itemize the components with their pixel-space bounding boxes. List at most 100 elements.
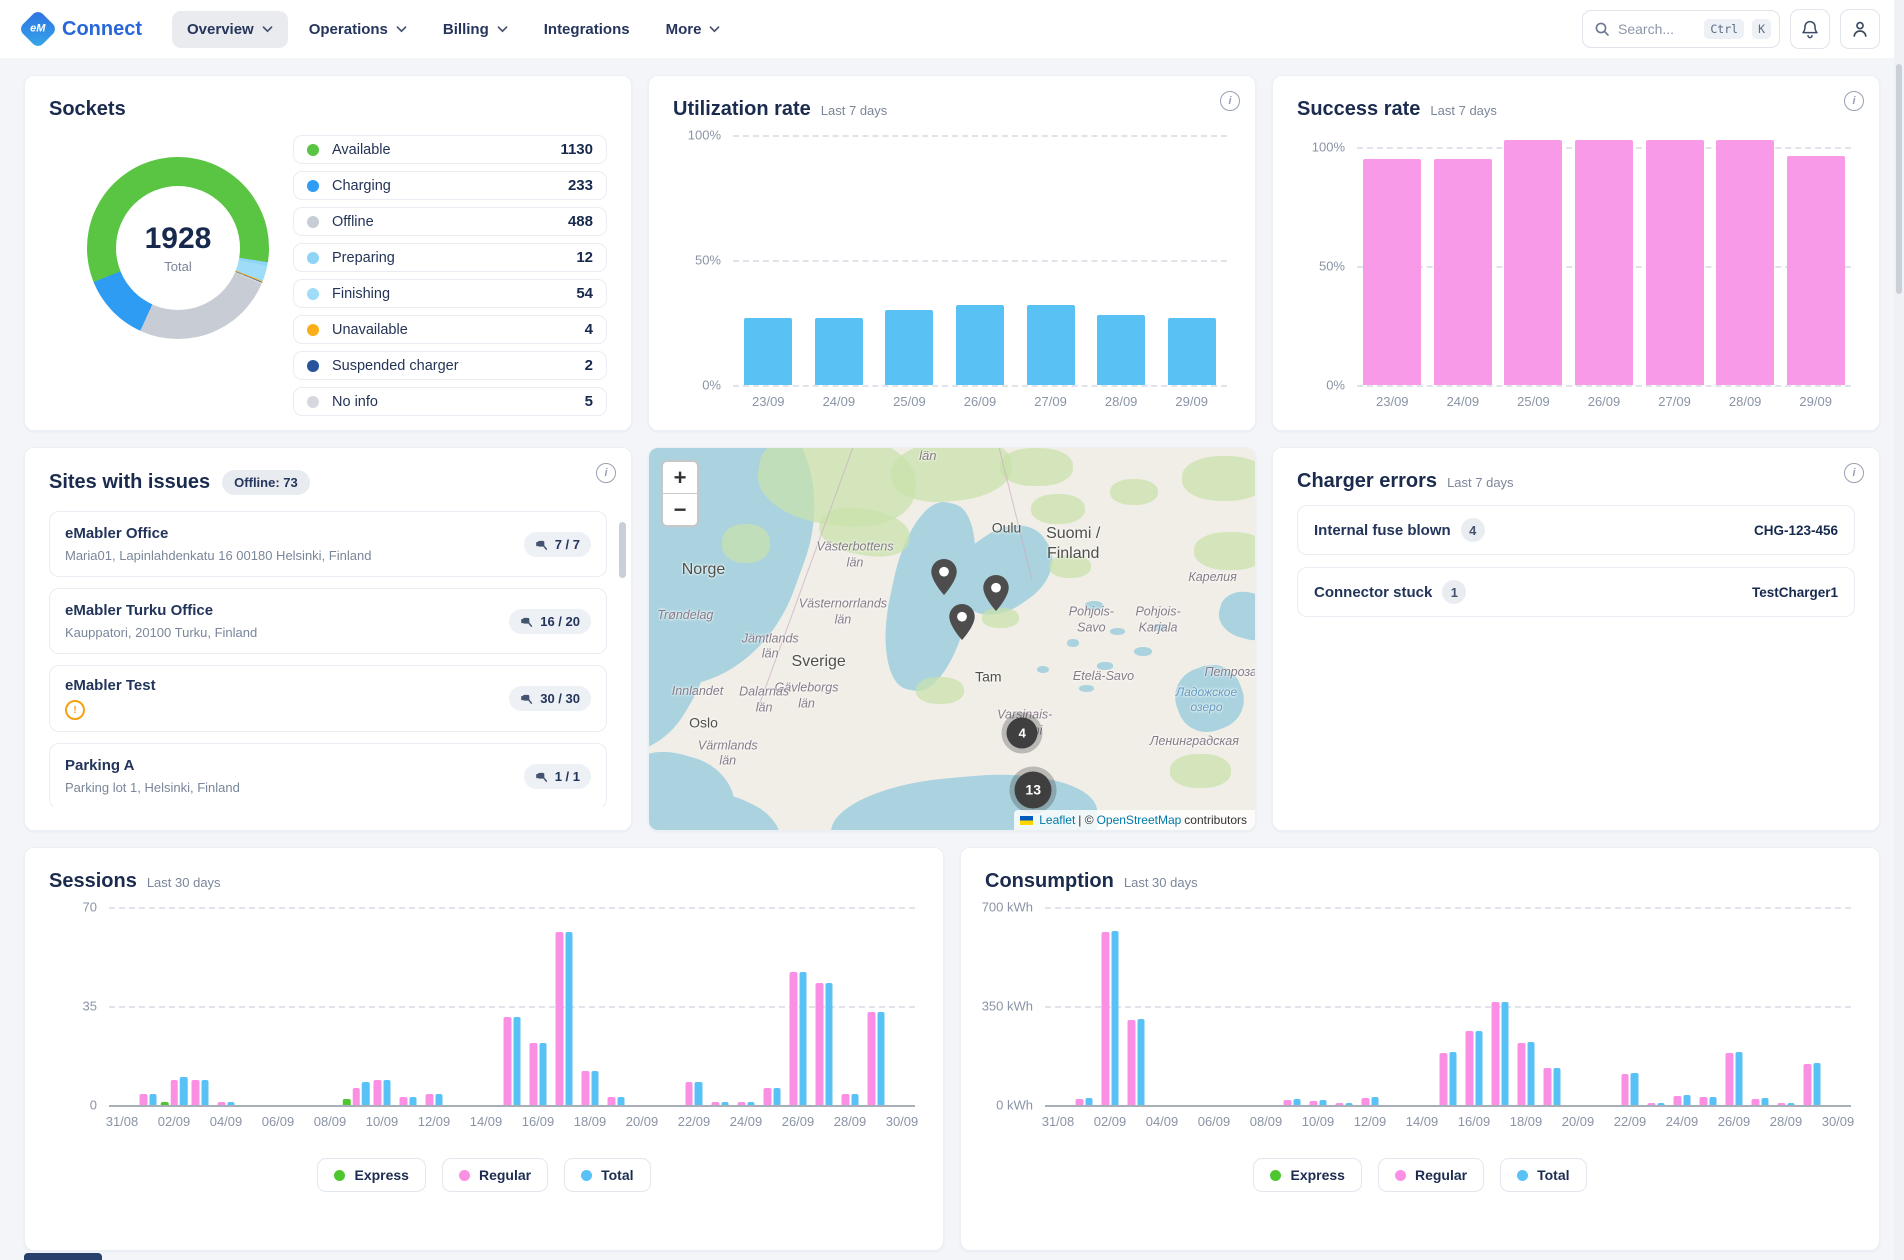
row-usage: Sessions Last 30 days 7035031/0802/0904/… xyxy=(24,847,1880,1251)
charging-plug-icon xyxy=(520,615,533,628)
search-input[interactable]: Search... Ctrl K xyxy=(1582,10,1780,48)
x-axis-label: 12/09 xyxy=(418,1114,451,1129)
success-rate-title: Success rate xyxy=(1297,98,1420,121)
bar xyxy=(1648,1103,1656,1105)
charger-errors-card: Charger errors Last 7 days i Internal fu… xyxy=(1272,447,1880,831)
legend-pill-total[interactable]: Total xyxy=(564,1158,650,1192)
x-axis-label: 25/09 xyxy=(893,394,926,409)
bar-group xyxy=(1648,1103,1665,1105)
bar xyxy=(1284,1100,1292,1105)
nav-item-operations[interactable]: Operations xyxy=(294,11,422,48)
map-forest-shape xyxy=(1110,479,1158,506)
x-axis-label: 08/09 xyxy=(1250,1114,1283,1129)
nav-item-overview[interactable]: Overview xyxy=(172,11,288,48)
map-place-label: Pohjois- Savo xyxy=(1069,604,1114,635)
utilization-title: Utilization rate xyxy=(673,98,811,121)
leaflet-link[interactable]: Leaflet xyxy=(1039,813,1075,827)
chevron-down-icon xyxy=(497,26,508,33)
success-rate-subtitle: Last 7 days xyxy=(1430,103,1497,118)
scrollbar-thumb[interactable] xyxy=(1896,64,1902,294)
bar xyxy=(1362,1098,1370,1105)
bar xyxy=(1293,1099,1301,1105)
y-axis-label: 0 kWh xyxy=(996,1098,1033,1113)
site-address: Maria01, Lapinlahdenkatu 16 00180 Helsin… xyxy=(65,548,371,563)
bar-group xyxy=(218,1102,235,1105)
charger-errors-title: Charger errors xyxy=(1297,470,1437,493)
map-marker-pin[interactable] xyxy=(949,604,975,645)
nav-item-label: Operations xyxy=(309,21,388,38)
bar xyxy=(1674,1096,1682,1105)
legend-pill-total[interactable]: Total xyxy=(1500,1158,1586,1192)
map-zoom-out-button[interactable]: − xyxy=(663,493,697,525)
x-axis-label: 04/09 xyxy=(1146,1114,1179,1129)
bar xyxy=(343,1099,351,1105)
map-cluster-marker[interactable]: 13 xyxy=(1015,771,1052,808)
bar xyxy=(1804,1064,1812,1105)
site-row[interactable]: eMabler Turku OfficeKauppatori, 20100 Tu… xyxy=(49,588,607,654)
sockets-title: Sockets xyxy=(49,98,126,121)
info-icon[interactable]: i xyxy=(1220,91,1240,111)
bar xyxy=(1102,932,1110,1105)
bar xyxy=(764,1088,772,1105)
bar xyxy=(435,1094,443,1105)
x-axis-label: 24/09 xyxy=(730,1114,763,1129)
map-place-label: Oulu xyxy=(992,519,1022,537)
nav-item-billing[interactable]: Billing xyxy=(428,11,523,48)
map-marker-pin[interactable] xyxy=(931,559,957,600)
map-forest-shape xyxy=(1182,456,1255,502)
site-socket-count: 7 / 7 xyxy=(524,532,591,557)
nav-item-more[interactable]: More xyxy=(651,11,736,48)
bar xyxy=(352,1088,360,1105)
bar xyxy=(1128,1020,1136,1105)
legend-value: 12 xyxy=(576,249,593,266)
site-row[interactable]: eMabler Test!30 / 30 xyxy=(49,665,607,732)
bar xyxy=(1310,1101,1318,1105)
legend-pill-regular[interactable]: Regular xyxy=(442,1158,548,1192)
bar-group xyxy=(608,1097,625,1105)
bar-group xyxy=(1336,1103,1353,1105)
nav-item-label: More xyxy=(666,21,702,38)
list-scrollbar[interactable] xyxy=(619,522,626,578)
error-row[interactable]: Internal fuse blown4CHG-123-456 xyxy=(1297,505,1855,555)
map-marker-pin[interactable] xyxy=(983,575,1009,616)
bar xyxy=(1700,1097,1708,1105)
legend-label: Express xyxy=(354,1167,408,1183)
bar xyxy=(1752,1099,1760,1105)
map-cluster-marker[interactable]: 4 xyxy=(1007,717,1038,748)
bar xyxy=(1778,1103,1786,1105)
bar xyxy=(1111,931,1119,1105)
legend-value: 5 xyxy=(585,393,593,410)
site-row[interactable]: Parking AParking lot 1, Helsinki, Finlan… xyxy=(49,743,607,807)
map-forest-shape xyxy=(1000,448,1073,486)
chevron-down-icon xyxy=(262,26,273,33)
osm-link[interactable]: OpenStreetMap xyxy=(1097,813,1182,827)
info-icon[interactable]: i xyxy=(1844,91,1864,111)
notifications-button[interactable] xyxy=(1790,9,1830,49)
bar-group xyxy=(1466,1031,1483,1105)
bar xyxy=(1492,1002,1500,1105)
legend-pill-regular[interactable]: Regular xyxy=(1378,1158,1484,1192)
bar-group xyxy=(790,972,807,1105)
legend-pill-express[interactable]: Express xyxy=(1253,1158,1361,1192)
bar-group xyxy=(816,983,833,1105)
info-icon[interactable]: i xyxy=(1844,463,1864,483)
nav-item-integrations[interactable]: Integrations xyxy=(529,11,645,48)
page-scrollbar[interactable] xyxy=(1894,0,1904,1260)
x-axis-label: 12/09 xyxy=(1354,1114,1387,1129)
bar xyxy=(799,972,807,1105)
map[interactable]: + − Leaflet | © OpenStreetMap contributo… xyxy=(649,448,1255,830)
bar xyxy=(608,1097,616,1105)
legend-label: Offline xyxy=(332,214,374,230)
info-icon[interactable]: i xyxy=(596,463,616,483)
error-row[interactable]: Connector stuck1TestCharger1 xyxy=(1297,567,1855,617)
site-address: Kauppatori, 20100 Turku, Finland xyxy=(65,625,257,640)
site-row[interactable]: eMabler OfficeMaria01, Lapinlahdenkatu 1… xyxy=(49,511,607,577)
bar xyxy=(1813,1063,1821,1105)
legend-pill-express[interactable]: Express xyxy=(317,1158,425,1192)
account-button[interactable] xyxy=(1840,9,1880,49)
site-info: eMabler Turku OfficeKauppatori, 20100 Tu… xyxy=(65,602,257,640)
legend-row: Offline488 xyxy=(293,207,607,236)
map-water-shape xyxy=(1067,639,1079,647)
map-zoom-in-button[interactable]: + xyxy=(663,462,697,493)
brand-logo[interactable]: eM Connect xyxy=(24,15,142,43)
